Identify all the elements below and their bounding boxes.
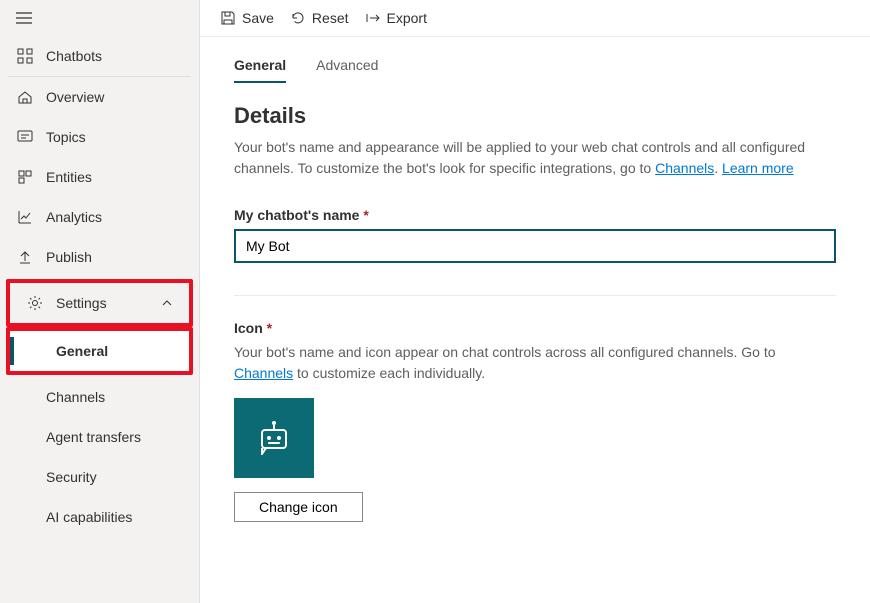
highlight-general: General	[6, 327, 193, 375]
save-button[interactable]: Save	[220, 10, 274, 26]
sidebar-label: Overview	[46, 89, 104, 105]
details-description: Your bot's name and appearance will be a…	[234, 137, 836, 179]
chat-icon	[16, 129, 34, 145]
tab-advanced[interactable]: Advanced	[316, 57, 378, 83]
publish-icon	[16, 249, 34, 265]
toolbar: Save Reset Export	[200, 0, 870, 37]
sidebar-label: Agent transfers	[46, 429, 141, 445]
button-label: Reset	[312, 10, 349, 26]
bot-name-input[interactable]	[234, 229, 836, 263]
channels-link-2[interactable]: Channels	[234, 365, 293, 381]
change-icon-button[interactable]: Change icon	[234, 492, 363, 522]
tab-general[interactable]: General	[234, 57, 286, 83]
button-label: Save	[242, 10, 274, 26]
sidebar-label: Analytics	[46, 209, 102, 225]
sidebar-settings-agent-transfers[interactable]: Agent transfers	[0, 417, 199, 457]
page-title: Details	[234, 103, 836, 129]
sidebar-entities[interactable]: Entities	[0, 157, 199, 197]
grid-icon	[16, 48, 34, 64]
learn-more-link[interactable]: Learn more	[722, 160, 794, 176]
tabs: General Advanced	[234, 57, 836, 83]
sidebar: Chatbots Overview Topics Entities	[0, 0, 200, 603]
hamburger-icon	[16, 12, 32, 24]
sidebar-settings-ai-capabilities[interactable]: AI capabilities	[0, 497, 199, 537]
sidebar-label: Settings	[56, 295, 107, 311]
hamburger-menu[interactable]	[0, 0, 199, 36]
export-button[interactable]: Export	[365, 10, 427, 26]
reset-icon	[290, 10, 306, 26]
chevron-up-icon	[161, 297, 173, 309]
sidebar-settings[interactable]: Settings	[10, 283, 189, 323]
divider	[234, 295, 836, 296]
sidebar-label: Entities	[46, 169, 92, 185]
home-icon	[16, 89, 34, 105]
sidebar-label: Security	[46, 469, 97, 485]
entities-icon	[16, 169, 34, 185]
name-label: My chatbot's name *	[234, 207, 836, 223]
sidebar-analytics[interactable]: Analytics	[0, 197, 199, 237]
sidebar-settings-security[interactable]: Security	[0, 457, 199, 497]
sidebar-label: Topics	[46, 129, 86, 145]
save-icon	[220, 10, 236, 26]
gear-icon	[26, 295, 44, 311]
sidebar-overview[interactable]: Overview	[0, 77, 199, 117]
sidebar-settings-channels[interactable]: Channels	[0, 377, 199, 417]
sidebar-label: Channels	[46, 389, 105, 405]
sidebar-label: Publish	[46, 249, 92, 265]
reset-button[interactable]: Reset	[290, 10, 349, 26]
bot-icon	[252, 416, 296, 460]
sidebar-label: General	[56, 343, 108, 359]
analytics-icon	[16, 209, 34, 225]
channels-link[interactable]: Channels	[655, 160, 714, 176]
icon-label: Icon *	[234, 320, 836, 336]
export-icon	[365, 10, 381, 26]
icon-description: Your bot's name and icon appear on chat …	[234, 342, 836, 384]
sidebar-publish[interactable]: Publish	[0, 237, 199, 277]
sidebar-label: AI capabilities	[46, 509, 132, 525]
main: Save Reset Export General Advanced	[200, 0, 870, 603]
highlight-settings: Settings	[6, 279, 193, 327]
bot-icon-preview	[234, 398, 314, 478]
sidebar-label: Chatbots	[46, 48, 102, 64]
button-label: Export	[387, 10, 427, 26]
sidebar-chatbots[interactable]: Chatbots	[0, 36, 199, 76]
sidebar-settings-general[interactable]: General	[10, 331, 189, 371]
sidebar-topics[interactable]: Topics	[0, 117, 199, 157]
